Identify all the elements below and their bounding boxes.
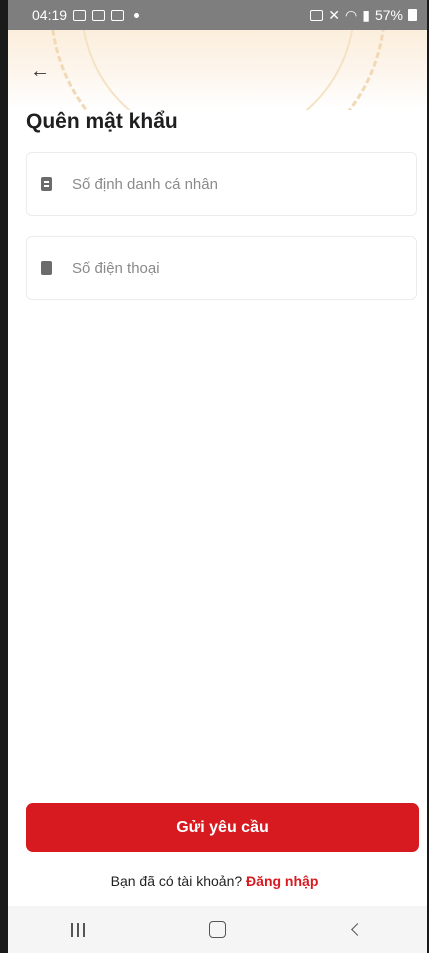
system-back-button[interactable] [337, 915, 377, 945]
wifi-icon: ◠ [345, 6, 358, 23]
alarm-icon [310, 9, 324, 21]
app-screen: 04:19 ✕ ◠ ▮ 57% ← Quên mật khẩu Gửi yêu … [0, 0, 429, 953]
personal-id-input[interactable] [70, 174, 394, 194]
phone-icon [41, 261, 52, 275]
arrow-left-icon: ← [30, 59, 50, 82]
phone-input[interactable] [70, 258, 394, 278]
status-left: 04:19 [32, 7, 140, 23]
back-icon [350, 923, 364, 936]
more-notifications-icon [134, 12, 140, 18]
back-button[interactable]: ← [26, 58, 54, 84]
home-icon [208, 921, 226, 938]
mute-icon: ✕ [328, 6, 341, 23]
youtube-notification-icon [111, 9, 125, 21]
personal-id-field[interactable] [26, 152, 417, 216]
recent-apps-icon [70, 922, 85, 937]
submit-request-button[interactable]: Gửi yêu cầu [26, 803, 419, 852]
screen-border-left [0, 0, 8, 953]
status-time: 04:19 [32, 7, 68, 23]
home-button[interactable] [197, 915, 237, 945]
battery-percent: 57% [374, 7, 403, 23]
system-navigation-bar [8, 906, 427, 953]
phone-field[interactable] [26, 236, 417, 300]
login-prompt-text: Bạn đã có tài khoản? [110, 873, 243, 889]
gallery-notification-icon [73, 9, 87, 21]
login-prompt: Bạn đã có tài khoản? Đăng nhập [0, 873, 429, 889]
battery-icon [408, 9, 417, 21]
page-title: Quên mật khẩu [26, 110, 178, 133]
signal-icon: ▮ [362, 6, 370, 23]
recent-apps-button[interactable] [58, 915, 98, 945]
status-bar: 04:19 ✕ ◠ ▮ 57% [8, 0, 427, 30]
status-right: ✕ ◠ ▮ 57% [310, 7, 417, 24]
camera-notification-icon [92, 9, 106, 21]
login-link[interactable]: Đăng nhập [246, 873, 318, 889]
id-card-icon [41, 177, 52, 191]
header-decoration [8, 30, 427, 110]
emblem-decoration-inner [80, 30, 355, 110]
